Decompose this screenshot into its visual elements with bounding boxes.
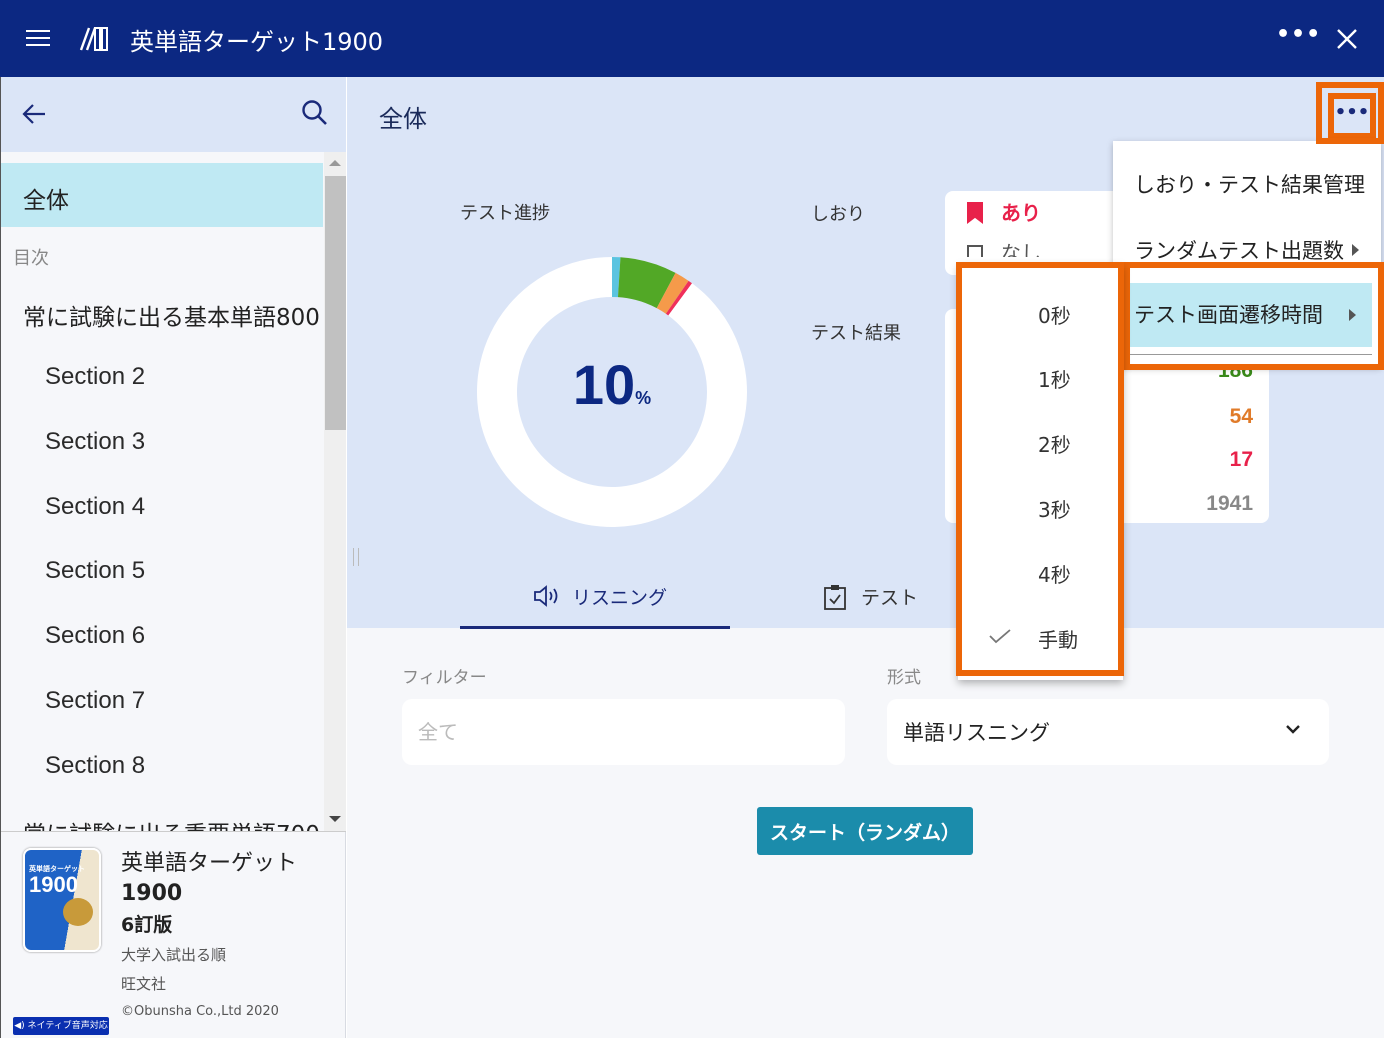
- badge-label: ネイティブ音声対応: [27, 1021, 108, 1031]
- bookmark-outline-icon: [967, 245, 983, 257]
- menu-item-label: テスト画面遷移時間: [1134, 303, 1323, 327]
- book-edition: 6訂版: [121, 914, 173, 936]
- start-random-button[interactable]: スタート（ランダム）: [757, 807, 973, 855]
- transition-time-submenu: 0秒 1秒 2秒 3秒 4秒 手動: [958, 264, 1123, 680]
- progress-unit: %: [635, 388, 652, 408]
- cover-number: 1900: [29, 872, 78, 897]
- tab-listening-label: リスニング: [572, 587, 668, 609]
- close-icon[interactable]: [1332, 24, 1362, 54]
- menu-item-bookmark-management[interactable]: しおり・テスト結果管理: [1113, 169, 1381, 199]
- tab-test-label: テスト: [861, 587, 919, 609]
- submenu-item-0s[interactable]: 0秒: [958, 282, 1123, 346]
- menu-item-label: しおり・テスト結果管理: [1134, 173, 1365, 197]
- format-label: 形式: [887, 668, 921, 688]
- test-result-label: テスト結果: [811, 323, 901, 344]
- filter-input[interactable]: [402, 699, 845, 765]
- arrow-left-icon[interactable]: [19, 99, 49, 129]
- submenu-item-manual[interactable]: 手動: [958, 606, 1123, 670]
- scroll-up-arrow-icon[interactable]: [329, 160, 341, 166]
- result-count-wrong: 17: [1229, 448, 1253, 471]
- submenu-item-1s[interactable]: 1秒: [958, 346, 1123, 410]
- menu-divider: [1127, 354, 1372, 355]
- sidebar-item-chapter-basic-800[interactable]: 常に試験に出る基本単語800: [23, 298, 324, 332]
- sidebar-item-section-5[interactable]: Section 5: [45, 557, 324, 585]
- bookmark-no-label: なし: [1001, 241, 1041, 257]
- speaker-icon: [534, 585, 558, 607]
- submenu-item-label: 手動: [1038, 628, 1078, 652]
- bookmark-yes-label: あり: [1001, 201, 1041, 225]
- sidebar-item-label: 全体: [23, 188, 69, 214]
- context-menu: しおり・テスト結果管理 ランダムテスト出題数 テスト画面遷移時間: [1113, 141, 1381, 367]
- menu-item-test-transition-time[interactable]: テスト画面遷移時間: [1127, 283, 1372, 347]
- chevron-down-icon: [1286, 725, 1300, 734]
- sidebar-item-section-6[interactable]: Section 6: [45, 622, 324, 650]
- sidebar-item-section-4[interactable]: Section 4: [45, 493, 324, 521]
- chevron-right-icon: [1352, 244, 1359, 256]
- splitter-handle[interactable]: [353, 548, 359, 566]
- copyright: ©Obunsha Co.,Ltd 2020: [121, 1004, 279, 1019]
- menu-item-label: ランダムテスト出題数: [1134, 239, 1344, 263]
- toc-heading: 目次: [13, 248, 49, 269]
- progress-number: 10: [572, 353, 636, 416]
- dog-illustration: [63, 898, 93, 926]
- submenu-item-4s[interactable]: 4秒: [958, 541, 1123, 605]
- tab-listening[interactable]: リスニング: [460, 567, 730, 629]
- more-options-button[interactable]: •••: [1328, 93, 1376, 139]
- result-count-partial: 54: [1229, 405, 1253, 428]
- book-info: 英単語ターゲット 1900 ◀) ネイティブ音声対応 英単語ターゲット 1900…: [1, 832, 346, 1038]
- submenu-item-label: 3秒: [1038, 498, 1071, 522]
- clipboard-check-icon: [824, 585, 846, 610]
- sidebar-item-all[interactable]: 全体: [1, 163, 323, 227]
- sidebar: 全体 目次 常に試験に出る基本単語800 Section 2 Section 3…: [0, 77, 346, 1038]
- app-title: 英単語ターゲット1900: [130, 28, 384, 56]
- table-of-contents: 全体 目次 常に試験に出る基本単語800 Section 2 Section 3…: [1, 152, 324, 832]
- submenu-item-label: 4秒: [1038, 563, 1071, 587]
- books-icon: [79, 27, 108, 51]
- filter-label: フィルター: [402, 668, 487, 688]
- bookmark-card: あり なし: [945, 191, 1125, 275]
- sidebar-header: [1, 77, 346, 152]
- chevron-right-icon: [1349, 309, 1356, 321]
- bookmark-option-no[interactable]: なし: [967, 237, 1041, 257]
- title-bar: 英単語ターゲット1900 •••: [0, 0, 1384, 77]
- more-horizontal-icon[interactable]: •••: [1276, 22, 1320, 54]
- book-cover-image: 英単語ターゲット 1900: [23, 848, 101, 952]
- sidebar-item-chapter-important-700[interactable]: 常に試験に出る重要単語700: [23, 815, 324, 832]
- bookmark-option-yes[interactable]: あり: [967, 197, 1041, 226]
- sidebar-item-section-2[interactable]: Section 2: [45, 363, 324, 391]
- sidebar-item-section-8[interactable]: Section 8: [45, 752, 324, 780]
- checkmark-icon: [989, 629, 1011, 644]
- search-icon[interactable]: [299, 97, 331, 129]
- book-subtitle: 大学入試出る順: [121, 946, 227, 964]
- tab-test[interactable]: テスト: [817, 567, 967, 629]
- progress-label: テスト進捗: [460, 203, 550, 224]
- scrollbar-thumb[interactable]: [325, 176, 346, 430]
- menu-item-random-test-count[interactable]: ランダムテスト出題数: [1113, 235, 1381, 265]
- book-title-line2: 1900: [121, 881, 183, 906]
- submenu-item-label: 1秒: [1038, 368, 1071, 392]
- page-title: 全体: [379, 105, 427, 133]
- progress-value: 10%: [477, 352, 747, 417]
- sidebar-item-section-3[interactable]: Section 3: [45, 428, 324, 456]
- book-publisher: 旺文社: [121, 975, 167, 993]
- sidebar-item-section-7[interactable]: Section 7: [45, 687, 324, 715]
- submenu-item-label: 2秒: [1038, 433, 1071, 457]
- sidebar-scrollbar[interactable]: [324, 152, 346, 832]
- hamburger-icon[interactable]: [24, 26, 52, 50]
- book-title-line1: 英単語ターゲット: [121, 851, 298, 876]
- bookmark-label: しおり: [811, 204, 865, 225]
- format-select[interactable]: 単語リスニング: [887, 699, 1329, 765]
- scroll-down-arrow-icon[interactable]: [329, 816, 341, 822]
- format-selected-value: 単語リスニング: [903, 721, 1050, 745]
- submenu-item-3s[interactable]: 3秒: [958, 476, 1123, 540]
- submenu-item-label: 0秒: [1038, 304, 1071, 328]
- submenu-item-2s[interactable]: 2秒: [958, 411, 1123, 475]
- mode-tabs: リスニング テスト: [347, 567, 1384, 629]
- result-count-untested: 1941: [1206, 492, 1253, 515]
- bookmark-icon: [967, 202, 983, 224]
- native-audio-badge: ◀) ネイティブ音声対応: [13, 1017, 109, 1035]
- book-title: 英単語ターゲット 1900: [121, 849, 321, 909]
